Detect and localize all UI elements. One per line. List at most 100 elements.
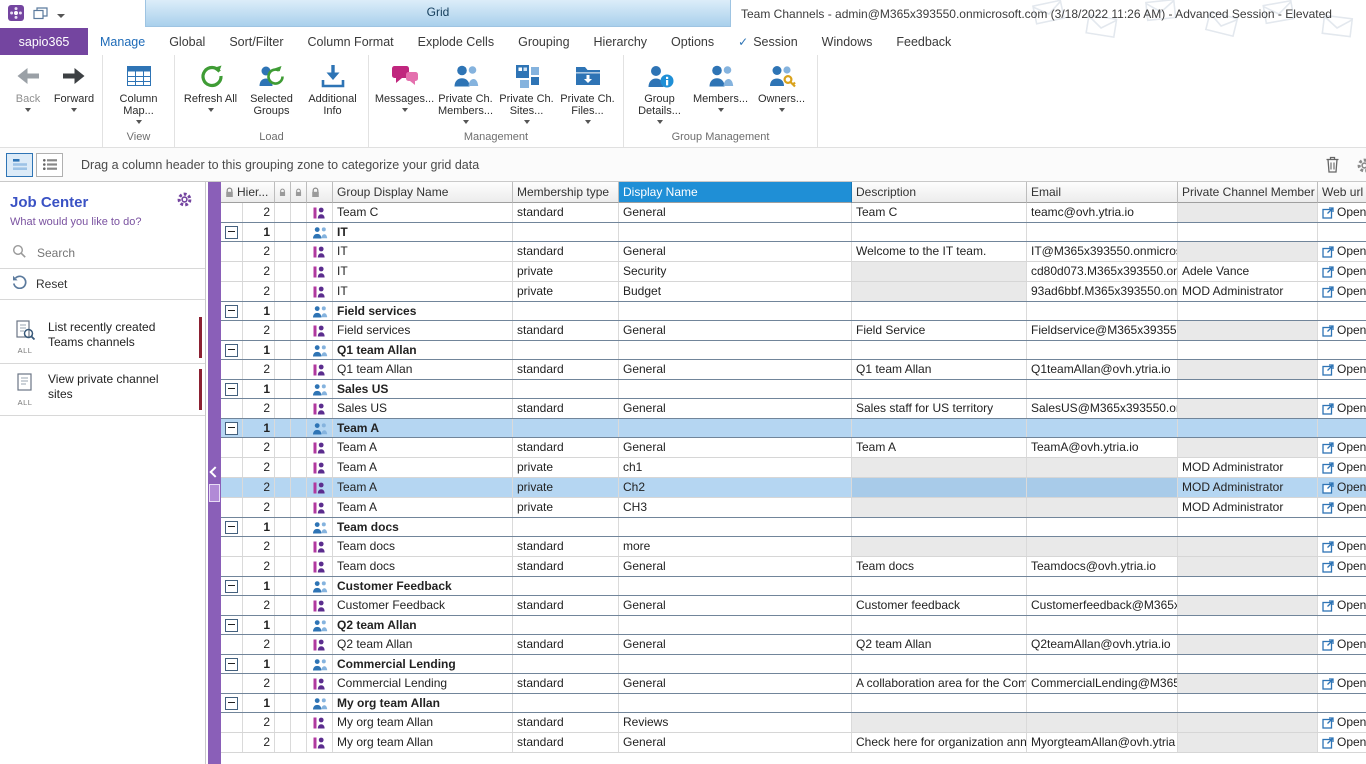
collapse-minus-button[interactable]: [225, 658, 238, 671]
cell-web[interactable]: Open: [1318, 262, 1366, 281]
back-button[interactable]: Back: [5, 58, 51, 130]
open-link-icon[interactable]: [1322, 266, 1334, 278]
tab-sort-filter[interactable]: Sort/Filter: [217, 28, 295, 55]
collapse-minus-button[interactable]: [225, 619, 238, 632]
column-header-description[interactable]: Description: [852, 182, 1027, 203]
tab-options[interactable]: Options: [659, 28, 726, 55]
cell-web[interactable]: Open: [1318, 438, 1366, 457]
group-row[interactable]: 1Q1 team Allan: [221, 340, 1366, 360]
channel-row[interactable]: 2Team docsstandardmoreOpen: [221, 537, 1366, 557]
channel-row[interactable]: 2My org team AllanstandardGeneralCheck h…: [221, 733, 1366, 753]
cell-web[interactable]: Open: [1318, 537, 1366, 556]
open-link-icon[interactable]: [1322, 541, 1334, 553]
messages-button[interactable]: Messages...: [374, 58, 435, 130]
group-row[interactable]: 1Team docs: [221, 517, 1366, 537]
tab-hierarchy[interactable]: Hierarchy: [582, 28, 660, 55]
column-header-email[interactable]: Email: [1027, 182, 1178, 203]
column-header-private-channel-member[interactable]: Private Channel Member: [1178, 182, 1318, 203]
channel-row[interactable]: 2Team AstandardGeneralTeam ATeamA@ovh.yt…: [221, 438, 1366, 458]
cell-web[interactable]: Open: [1318, 203, 1366, 222]
cell-web[interactable]: Open: [1318, 458, 1366, 477]
open-link-icon[interactable]: [1322, 286, 1334, 298]
open-link-icon[interactable]: [1322, 502, 1334, 514]
tab-feedback[interactable]: Feedback: [884, 28, 963, 55]
private-ch-members-button[interactable]: Private Ch. Members...: [435, 58, 496, 130]
owners-button[interactable]: Owners...: [751, 58, 812, 130]
reset-button[interactable]: Reset: [0, 269, 205, 300]
cell-web[interactable]: Open: [1318, 733, 1366, 752]
tab-manage[interactable]: Manage: [88, 28, 157, 55]
collapse-minus-button[interactable]: [225, 383, 238, 396]
open-link-icon[interactable]: [1322, 717, 1334, 729]
column-header-hierarchy[interactable]: Hier...: [221, 182, 275, 203]
refresh-all-button[interactable]: Refresh All: [180, 58, 241, 130]
grid-settings-gear-icon[interactable]: [1356, 157, 1366, 179]
private-ch-sites-button[interactable]: Private Ch. Sites...: [496, 58, 557, 130]
open-link-icon[interactable]: [1322, 246, 1334, 258]
cell-web[interactable]: Open: [1318, 282, 1366, 301]
tab-windows[interactable]: Windows: [810, 28, 885, 55]
collapse-minus-button[interactable]: [225, 422, 238, 435]
members-button[interactable]: Members...: [690, 58, 751, 130]
channel-row[interactable]: 2Customer FeedbackstandardGeneralCustome…: [221, 596, 1366, 616]
channel-row[interactable]: 2Q2 team AllanstandardGeneralQ2 team All…: [221, 635, 1366, 655]
column-header-display-name[interactable]: Display Name: [619, 182, 852, 203]
cell-web[interactable]: Open: [1318, 399, 1366, 418]
group-row[interactable]: 1Q2 team Allan: [221, 615, 1366, 635]
open-link-icon[interactable]: [1322, 442, 1334, 454]
group-row[interactable]: 1Field services: [221, 301, 1366, 321]
open-link-icon[interactable]: [1322, 561, 1334, 573]
channel-row[interactable]: 2ITprivateSecuritycd80d073.M365x393550.o…: [221, 262, 1366, 282]
sidebar-collapse-chevron-icon[interactable]: [209, 466, 220, 477]
collapse-minus-button[interactable]: [225, 305, 238, 318]
channel-row[interactable]: 2ITprivateBudget93ad6bbf.M365x393550.onn…: [221, 282, 1366, 302]
job-center-gear-icon[interactable]: [176, 191, 193, 213]
collapse-minus-button[interactable]: [225, 580, 238, 593]
cell-web[interactable]: Open: [1318, 321, 1366, 340]
cell-web[interactable]: Open: [1318, 478, 1366, 497]
open-link-icon[interactable]: [1322, 639, 1334, 651]
column-map-button[interactable]: Column Map...: [108, 58, 169, 130]
window-copy-icon[interactable]: [33, 7, 48, 25]
group-details-button[interactable]: Group Details...: [629, 58, 690, 130]
cell-web[interactable]: Open: [1318, 674, 1366, 693]
cell-web[interactable]: Open: [1318, 360, 1366, 379]
list-view-button[interactable]: [36, 153, 63, 177]
channel-row[interactable]: 2Team CstandardGeneralTeam Cteamc@ovh.yt…: [221, 203, 1366, 223]
column-header-membership-type[interactable]: Membership type: [513, 182, 619, 203]
group-row[interactable]: 1Team A: [221, 418, 1366, 438]
open-link-icon[interactable]: [1322, 600, 1334, 612]
column-header-web-url[interactable]: Web url: [1318, 182, 1366, 203]
channel-row[interactable]: 2Q1 team AllanstandardGeneralQ1 team All…: [221, 360, 1366, 380]
document-tab-grid[interactable]: Grid: [145, 0, 731, 27]
open-link-icon[interactable]: [1322, 403, 1334, 415]
search-input[interactable]: [35, 245, 189, 261]
tab-sapio365[interactable]: sapio365: [0, 28, 88, 55]
task-item-list-recently-created-teams-ch[interactable]: ALLList recently created Teams channels: [0, 312, 205, 364]
collapse-minus-button[interactable]: [225, 697, 238, 710]
column-header-group-display-name[interactable]: Group Display Name: [333, 182, 513, 203]
channel-row[interactable]: 2Field servicesstandardGeneralField Serv…: [221, 321, 1366, 341]
cell-web[interactable]: Open: [1318, 498, 1366, 517]
forward-button[interactable]: Forward: [51, 58, 97, 130]
grid-view-expanded-button[interactable]: [6, 153, 33, 177]
group-row[interactable]: 1My org team Allan: [221, 693, 1366, 713]
tab-column-format[interactable]: Column Format: [296, 28, 406, 55]
open-link-icon[interactable]: [1322, 678, 1334, 690]
open-link-icon[interactable]: [1322, 462, 1334, 474]
job-center-search[interactable]: [0, 238, 205, 269]
channel-row[interactable]: 2ITstandardGeneralWelcome to the IT team…: [221, 242, 1366, 262]
channel-row[interactable]: 2Team docsstandardGeneralTeam docsTeamdo…: [221, 557, 1366, 577]
tab-explode-cells[interactable]: Explode Cells: [406, 28, 506, 55]
open-link-icon[interactable]: [1322, 325, 1334, 337]
channel-row[interactable]: 2Commercial LendingstandardGeneralA coll…: [221, 674, 1366, 694]
group-row[interactable]: 1Commercial Lending: [221, 654, 1366, 674]
tab-session[interactable]: ✓Session: [726, 28, 810, 55]
tab-grouping[interactable]: Grouping: [506, 28, 581, 55]
open-link-icon[interactable]: [1322, 207, 1334, 219]
collapse-minus-button[interactable]: [225, 344, 238, 357]
collapse-minus-button[interactable]: [225, 521, 238, 534]
open-link-icon[interactable]: [1322, 482, 1334, 494]
collapse-minus-button[interactable]: [225, 226, 238, 239]
tab-global[interactable]: Global: [157, 28, 217, 55]
